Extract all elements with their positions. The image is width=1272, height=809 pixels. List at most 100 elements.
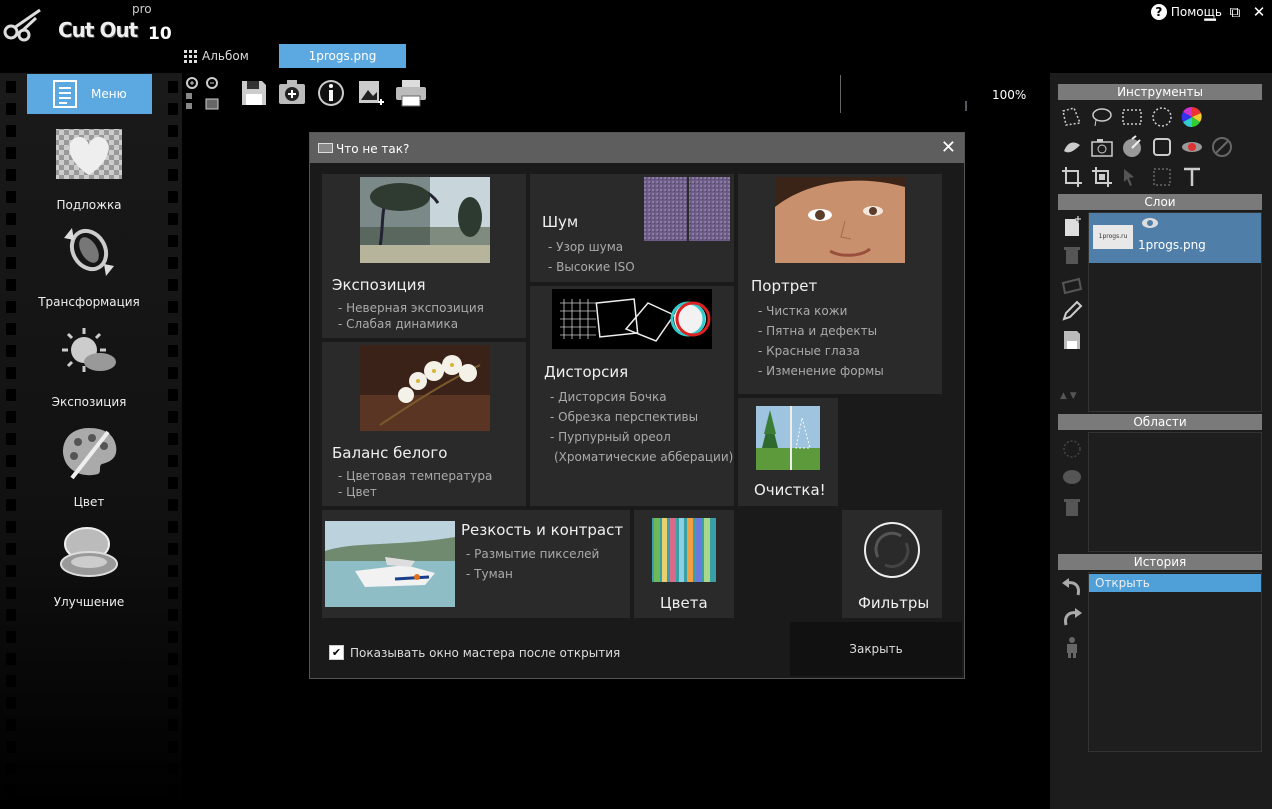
tab-file[interactable]: 1progs.png (279, 44, 406, 68)
print-icon[interactable] (394, 78, 428, 108)
save-layer-icon[interactable] (1060, 328, 1084, 352)
sidebar-item-enhance[interactable]: Улучшение (14, 522, 164, 609)
film-perforation (168, 301, 178, 313)
move-icon[interactable] (1120, 165, 1144, 189)
close-window-button[interactable]: ✕ (1249, 3, 1269, 21)
tile-white-balance[interactable]: Баланс белого - Цветовая температура - Ц… (322, 342, 526, 506)
right-panel: Инструменты Слои 1progs.ru 1progs.png ▲ … (1050, 73, 1272, 809)
film-perforation (168, 455, 178, 467)
info-icon[interactable] (316, 78, 346, 108)
film-perforation (6, 675, 16, 687)
film-perforation (168, 543, 178, 555)
tile-portrait[interactable]: Портрет - Чистка кожи - Пятна и дефекты … (738, 174, 942, 394)
logo-pro: pro (132, 2, 152, 16)
scissors-icon (3, 8, 41, 42)
area-ellipse-icon[interactable] (1060, 437, 1084, 461)
tile-distortion-title: Дисторсия (544, 363, 629, 381)
tile-exposure[interactable]: Экспозиция - Неверная экспозиция - Слаба… (322, 174, 526, 338)
minimize-button[interactable]: ▁ (1200, 3, 1220, 21)
lasso-icon[interactable] (1090, 105, 1114, 129)
wizard-dialog: Что не так? ✕ Экспозиция - Неверная эксп… (309, 132, 965, 679)
tile-distortion[interactable]: Дисторсия - Дисторсия Бочка - Обрезка пе… (530, 286, 734, 506)
tile-distortion-item: - Обрезка перспективы (550, 410, 699, 424)
menu-button[interactable]: Меню (27, 74, 152, 114)
dialog-close-button-footer[interactable]: Закрыть (790, 622, 962, 676)
show-wizard-checkbox-row[interactable]: ✔ Показывать окно мастера после открытия (329, 645, 620, 660)
repair-icon[interactable] (1120, 135, 1144, 159)
film-perforation (168, 323, 178, 335)
history-item[interactable]: Открыть (1089, 574, 1261, 592)
tile-noise[interactable]: Шум - Узор шума - Высокие ISO (530, 174, 734, 282)
layers-list: 1progs.ru 1progs.png (1088, 212, 1262, 412)
sidebar-item-label: Улучшение (53, 595, 125, 609)
area-trash-icon[interactable] (1060, 495, 1084, 519)
eye-icon[interactable] (1141, 217, 1159, 229)
zoom-in-icon[interactable] (184, 75, 220, 111)
crop-icon[interactable] (1060, 165, 1084, 189)
sidebar-item-background[interactable]: Подложка (14, 125, 164, 212)
film-perforation (168, 741, 178, 753)
camera-icon[interactable] (1090, 135, 1114, 159)
save-icon[interactable] (239, 78, 269, 108)
polygon-lasso-icon[interactable] (1060, 105, 1084, 129)
ellipse-select-icon[interactable] (1150, 105, 1174, 129)
trash-icon[interactable] (1060, 243, 1084, 267)
film-perforation (6, 609, 16, 621)
tile-exposure-title: Экспозиция (332, 276, 426, 294)
add-icon[interactable] (277, 78, 307, 108)
color-wheel-icon[interactable] (1180, 105, 1204, 129)
toolbar (182, 73, 1050, 113)
maximize-button[interactable]: ⧉ (1225, 3, 1245, 21)
zoom-level[interactable]: 100% (992, 88, 1026, 102)
rect-select-icon[interactable] (1120, 105, 1144, 129)
tile-distortion-item: (Хроматические абберации) (554, 450, 734, 464)
perspective-crop-icon[interactable] (1090, 165, 1114, 189)
layer-row[interactable]: 1progs.ru 1progs.png (1089, 213, 1261, 263)
sidebar-item-exposure[interactable]: Экспозиция (14, 322, 164, 409)
sidebar-item-transform[interactable]: Трансформация (14, 222, 164, 309)
show-wizard-checkbox[interactable]: ✔ (329, 645, 344, 660)
area-blob-icon[interactable] (1060, 465, 1084, 489)
transform-select-icon[interactable] (1150, 165, 1174, 189)
film-perforation (168, 103, 178, 115)
menu-icon (53, 80, 77, 108)
logo-text: Cut Out (58, 18, 138, 42)
help-icon: ? (1150, 4, 1167, 20)
new-layer-icon[interactable] (1060, 215, 1084, 239)
dialog-titlebar: Что не так? ✕ (310, 133, 964, 163)
stamp-icon[interactable] (1150, 135, 1174, 159)
eraser-icon[interactable] (1060, 273, 1084, 297)
transform-icon (64, 228, 114, 276)
dialog-close-button[interactable]: ✕ (941, 137, 956, 158)
tile-sharpness[interactable]: Резкость и контраст - Размытие пикселей … (322, 510, 630, 618)
cleanup-thumbnail (756, 406, 820, 470)
palette-icon (63, 428, 117, 480)
film-perforation (168, 785, 178, 797)
tile-cleanup[interactable]: Очистка! (738, 398, 838, 506)
film-perforation (168, 389, 178, 401)
disable-icon[interactable] (1210, 135, 1234, 159)
layer-order-arrows[interactable]: ▲ ▼ (1060, 391, 1077, 401)
export-icon[interactable] (356, 78, 386, 108)
filters-icon (864, 522, 920, 578)
person-icon[interactable] (1060, 635, 1084, 659)
tile-distortion-item: - Пурпурный ореол (550, 430, 671, 444)
text-icon[interactable] (1180, 165, 1204, 189)
tile-portrait-item: - Пятна и дефекты (758, 324, 878, 338)
film-perforation (168, 213, 178, 225)
tile-filters[interactable]: Фильтры (842, 510, 942, 618)
pencil-icon[interactable] (1060, 299, 1084, 323)
undo-icon[interactable] (1060, 575, 1084, 599)
redo-icon[interactable] (1060, 605, 1084, 629)
histogram-mark (965, 101, 967, 111)
red-eye-icon[interactable] (1180, 135, 1204, 159)
tab-album[interactable]: Альбом (184, 44, 249, 68)
layer-name: 1progs.png (1138, 238, 1206, 252)
clone-icon[interactable] (1060, 135, 1084, 159)
distortion-thumbnail (552, 289, 712, 349)
tile-sharpness-list: - Размытие пикселей - Туман (466, 544, 599, 584)
sidebar-item-color[interactable]: Цвет (14, 422, 164, 509)
tile-distortion-item: - Дисторсия Бочка (550, 390, 667, 404)
tile-noise-item: - Узор шума (548, 240, 624, 254)
tile-colors[interactable]: Цвета (634, 510, 734, 618)
